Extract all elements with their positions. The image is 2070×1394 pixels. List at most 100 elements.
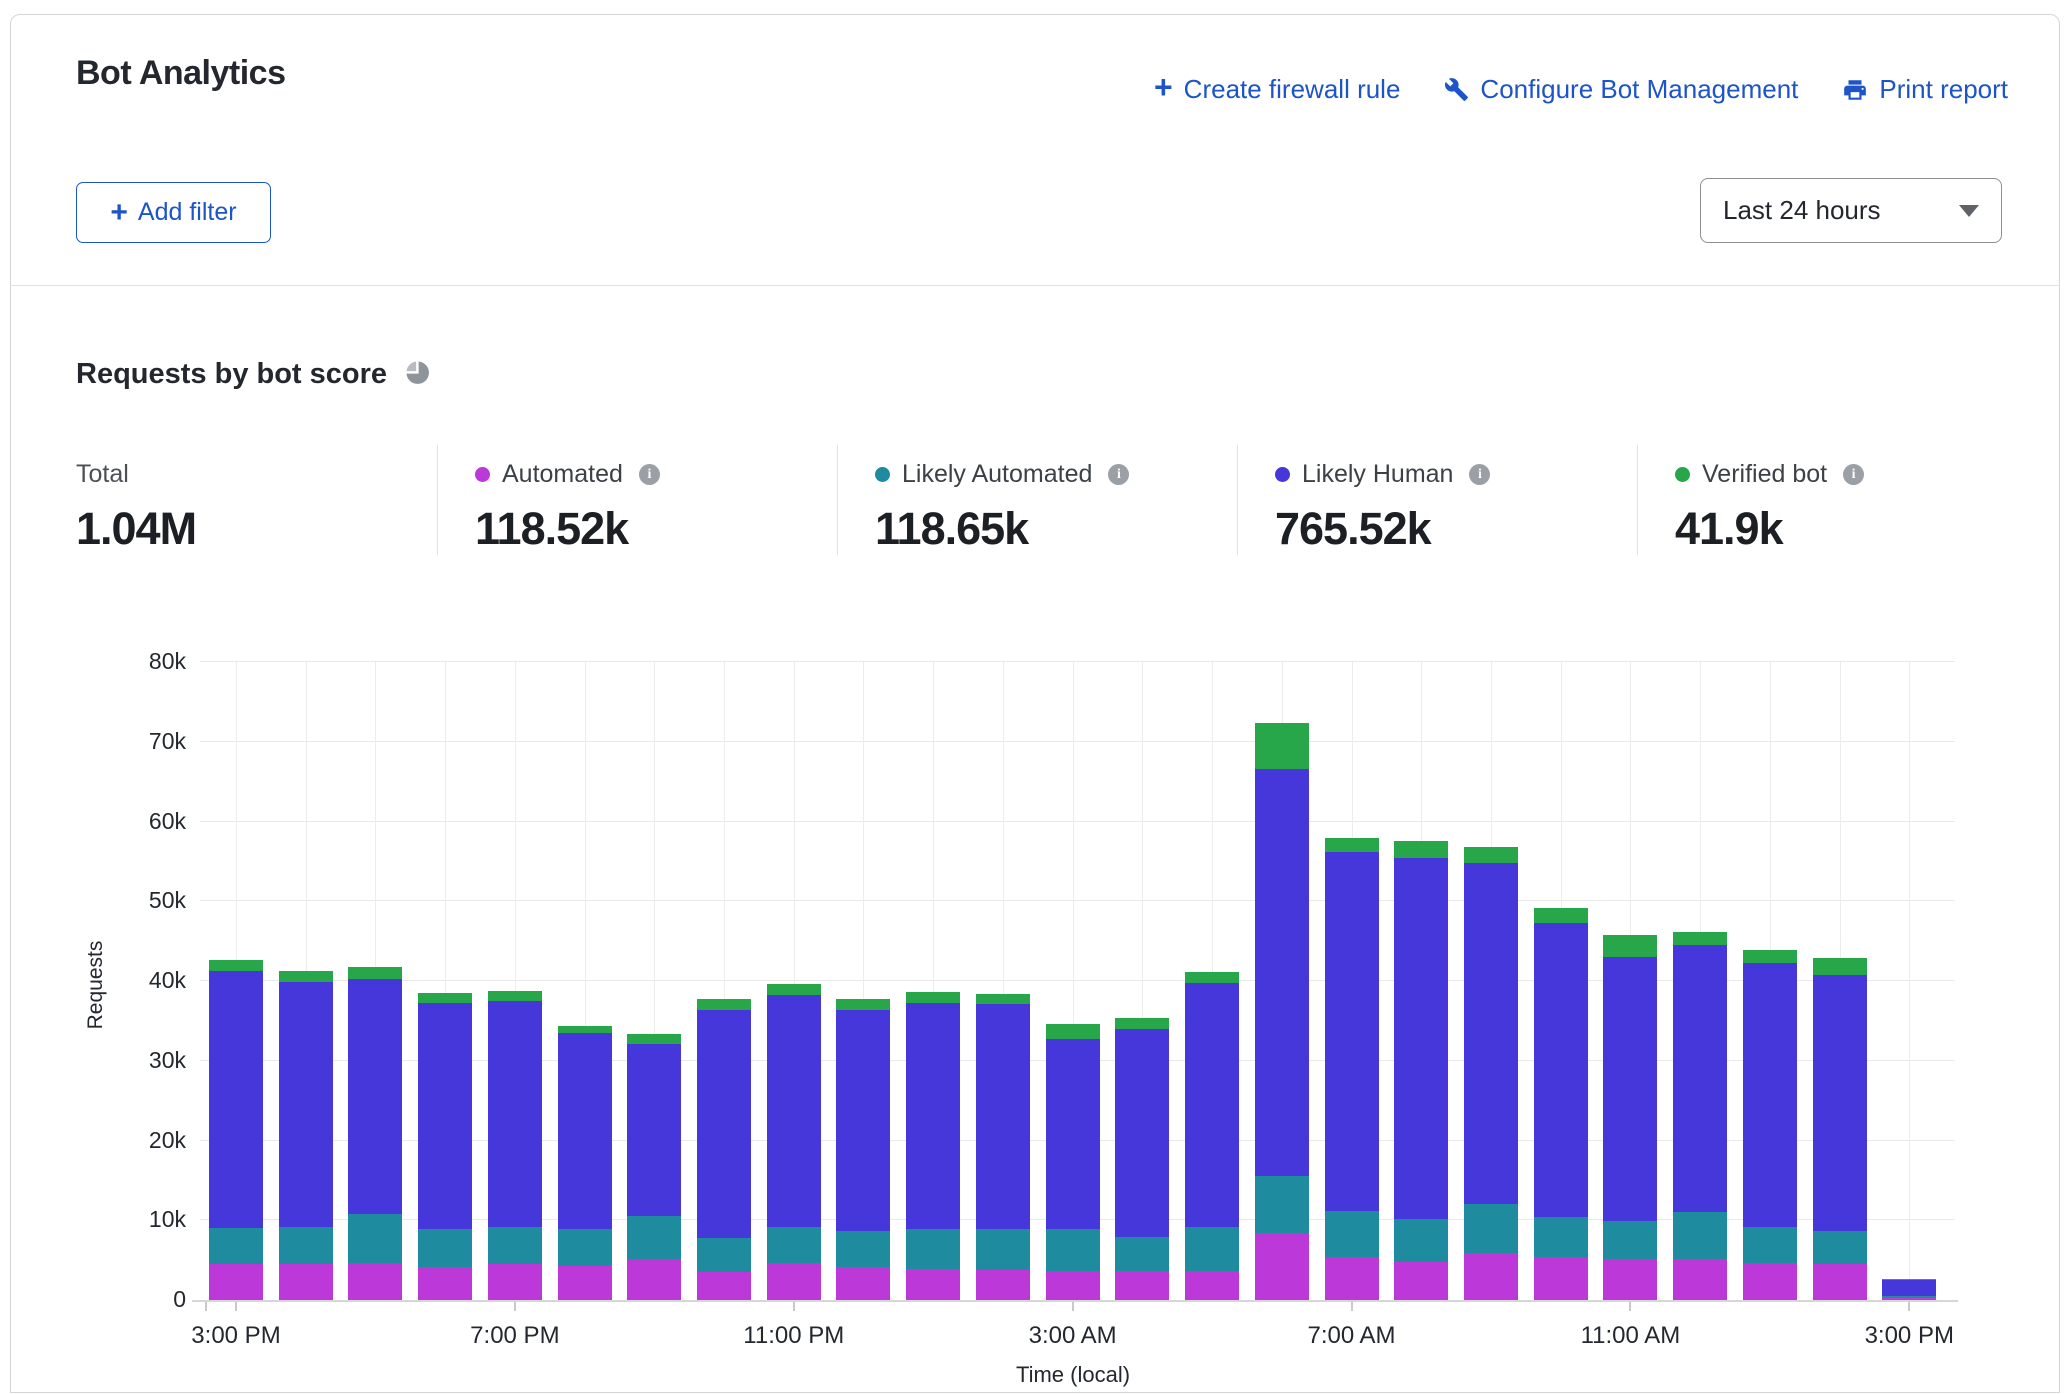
bar-segment-likely-automated[interactable] [1046,1229,1100,1270]
bar-segment-likely-automated[interactable] [976,1229,1030,1270]
bar-segment-automated[interactable] [1255,1233,1309,1300]
bar-segment-verified-bot[interactable] [558,1026,612,1033]
bar-segment-verified-bot[interactable] [906,992,960,1003]
bar-segment-likely-automated[interactable] [1534,1217,1588,1257]
bar-segment-likely-human[interactable] [279,982,333,1228]
bar-segment-automated[interactable] [418,1267,472,1300]
bar-3-00-pm[interactable] [209,960,263,1300]
bar-segment-verified-bot[interactable] [836,999,890,1009]
bar-10-00-am[interactable] [1534,908,1588,1300]
bar-9-00-am[interactable] [1464,847,1518,1300]
bar-segment-verified-bot[interactable] [348,967,402,979]
bar-segment-verified-bot[interactable] [1743,950,1797,964]
bar-segment-automated[interactable] [1534,1257,1588,1300]
bar-segment-likely-human[interactable] [627,1044,681,1216]
bar-11-00-am[interactable] [1603,935,1657,1300]
bar-5-00-pm[interactable] [348,967,402,1300]
bar-segment-automated[interactable] [1115,1271,1169,1300]
add-filter-button[interactable]: + Add filter [76,182,271,243]
bar-segment-likely-automated[interactable] [1394,1219,1448,1262]
bar-segment-verified-bot[interactable] [767,984,821,994]
bar-segment-automated[interactable] [279,1264,333,1300]
bar-segment-automated[interactable] [1813,1264,1867,1300]
bar-segment-verified-bot[interactable] [1464,847,1518,863]
bar-segment-likely-automated[interactable] [1255,1176,1309,1233]
bar-segment-likely-human[interactable] [1185,983,1239,1227]
bar-12-00-am[interactable] [836,999,890,1300]
bar-segment-automated[interactable] [348,1263,402,1300]
bar-2-00-pm[interactable] [1813,958,1867,1300]
bar-segment-likely-human[interactable] [1394,858,1448,1218]
bar-segment-automated[interactable] [1185,1271,1239,1301]
bar-segment-verified-bot[interactable] [1185,972,1239,983]
bar-segment-verified-bot[interactable] [1534,908,1588,923]
action-print-report[interactable]: Print report [1842,74,2008,105]
bar-segment-likely-human[interactable] [1115,1029,1169,1237]
bar-segment-likely-automated[interactable] [279,1227,333,1264]
bar-segment-likely-human[interactable] [836,1010,890,1231]
bar-segment-automated[interactable] [1673,1259,1727,1300]
action-configure-bot-management[interactable]: Configure Bot Management [1444,74,1798,105]
bar-8-00-am[interactable] [1394,841,1448,1300]
bar-segment-likely-automated[interactable] [1673,1212,1727,1259]
bar-segment-likely-human[interactable] [1464,863,1518,1204]
bar-segment-likely-human[interactable] [348,979,402,1213]
bar-segment-likely-automated[interactable] [1464,1204,1518,1253]
bar-segment-automated[interactable] [488,1264,542,1300]
info-icon[interactable]: i [1843,464,1864,485]
bar-segment-likely-automated[interactable] [627,1216,681,1258]
bar-segment-automated[interactable] [976,1270,1030,1300]
bar-segment-likely-human[interactable] [1046,1039,1100,1229]
bar-7-00-am[interactable] [1325,838,1379,1300]
bar-segment-likely-human[interactable] [488,1001,542,1227]
bar-6-00-pm[interactable] [418,993,472,1300]
bar-1-00-am[interactable] [906,992,960,1300]
action-create-firewall-rule[interactable]: +Create firewall rule [1154,74,1400,105]
bar-12-00-pm[interactable] [1673,932,1727,1300]
bar-segment-automated[interactable] [1394,1262,1448,1300]
bar-8-00-pm[interactable] [558,1026,612,1300]
bar-5-00-am[interactable] [1185,972,1239,1300]
bar-segment-likely-automated[interactable] [488,1227,542,1264]
bar-4-00-am[interactable] [1115,1018,1169,1300]
bar-segment-likely-human[interactable] [209,971,263,1229]
bar-segment-likely-automated[interactable] [767,1227,821,1264]
bar-segment-automated[interactable] [1325,1257,1379,1300]
bar-segment-likely-human[interactable] [697,1010,751,1238]
bar-segment-likely-human[interactable] [558,1033,612,1229]
time-range-select[interactable]: Last 24 hours [1700,178,2002,243]
bar-segment-verified-bot[interactable] [1255,723,1309,769]
bar-segment-likely-human[interactable] [906,1003,960,1229]
bar-segment-automated[interactable] [627,1259,681,1300]
bar-segment-automated[interactable] [558,1266,612,1300]
bar-11-00-pm[interactable] [767,984,821,1300]
info-icon[interactable]: i [1469,464,1490,485]
bar-9-00-pm[interactable] [627,1034,681,1300]
bar-segment-likely-automated[interactable] [836,1231,890,1268]
bar-segment-verified-bot[interactable] [488,991,542,1001]
bar-segment-likely-automated[interactable] [906,1229,960,1269]
bar-segment-likely-human[interactable] [1813,975,1867,1232]
bar-segment-verified-bot[interactable] [1115,1018,1169,1029]
bar-6-00-am[interactable] [1255,723,1309,1300]
bar-segment-likely-automated[interactable] [1743,1227,1797,1263]
info-icon[interactable]: i [1108,464,1129,485]
bar-segment-automated[interactable] [1743,1263,1797,1300]
bar-segment-automated[interactable] [1046,1271,1100,1301]
bar-segment-verified-bot[interactable] [1673,932,1727,945]
bar-segment-verified-bot[interactable] [976,994,1030,1004]
bar-segment-verified-bot[interactable] [1813,958,1867,975]
bar-segment-likely-human[interactable] [1882,1280,1936,1295]
bar-7-00-pm[interactable] [488,991,542,1300]
bar-segment-likely-automated[interactable] [1325,1211,1379,1256]
bar-1-00-pm[interactable] [1743,950,1797,1300]
bar-2-00-am[interactable] [976,994,1030,1300]
bar-segment-likely-automated[interactable] [558,1229,612,1266]
bar-segment-likely-automated[interactable] [1185,1227,1239,1270]
bar-segment-likely-human[interactable] [1325,852,1379,1212]
bar-segment-verified-bot[interactable] [1046,1024,1100,1039]
bar-4-00-pm[interactable] [279,971,333,1300]
bar-segment-verified-bot[interactable] [1603,935,1657,957]
bar-segment-likely-human[interactable] [1673,945,1727,1212]
bar-segment-likely-human[interactable] [976,1004,1030,1229]
